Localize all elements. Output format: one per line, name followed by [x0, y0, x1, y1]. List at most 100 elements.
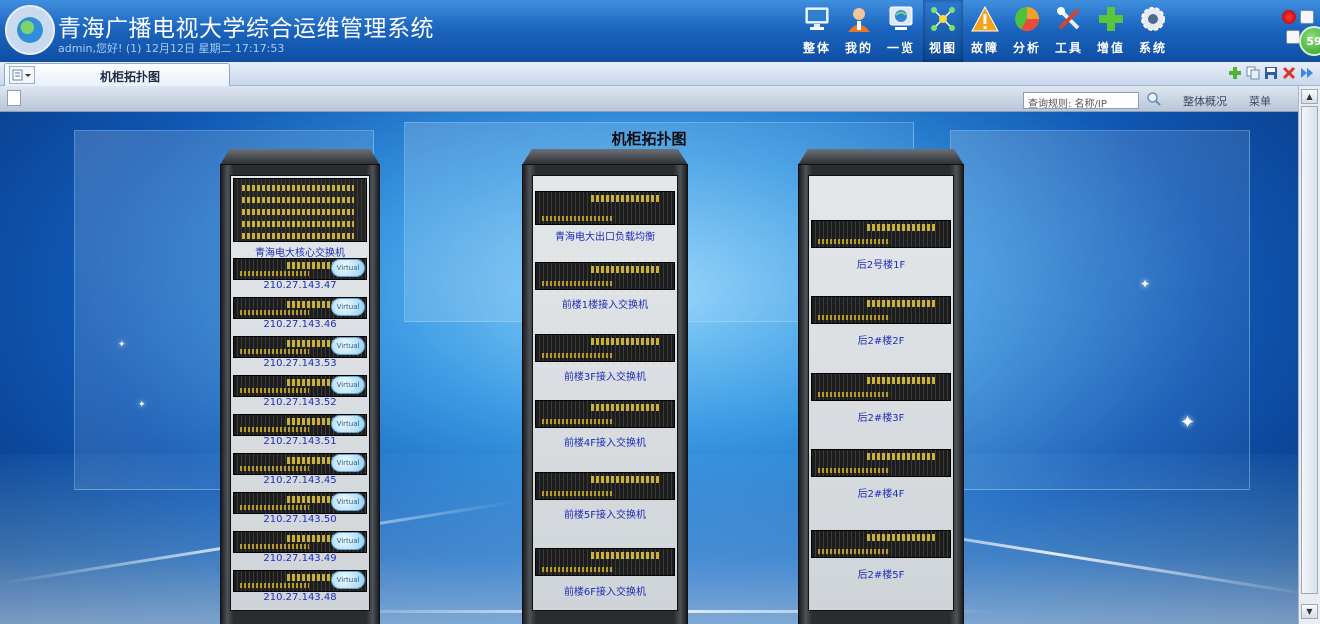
- alarm-bell-icon[interactable]: [1282, 10, 1296, 24]
- nav-item-analysis[interactable]: 分析: [1007, 0, 1047, 62]
- device-label: 210.27.143.50: [263, 514, 337, 525]
- virtual-cloud-icon: Virtual: [331, 337, 365, 355]
- globe-screen-icon: [889, 6, 913, 30]
- alarm-count-badge[interactable]: 59: [1299, 26, 1320, 56]
- app-header: 青海广播电视大学综合运维管理系统 admin,您好! (1) 12月12日 星期…: [0, 0, 1320, 62]
- window-icon[interactable]: [1286, 30, 1300, 44]
- device-label: 前楼5F接入交换机: [563, 510, 647, 521]
- switch-unit[interactable]: [811, 220, 951, 248]
- device-label: 210.27.143.51: [263, 436, 337, 447]
- app-title: 青海广播电视大学综合运维管理系统: [58, 16, 434, 42]
- nav-item-value-added[interactable]: 增值: [1091, 0, 1131, 62]
- user-info: admin,您好! (1) 12月12日 星期二 17:17:53: [58, 42, 285, 55]
- nav-item-overall[interactable]: 整体: [797, 0, 837, 62]
- nav-label: 我的: [844, 41, 873, 55]
- nav-item-mine[interactable]: 我的: [839, 0, 879, 62]
- device-label: 210.27.143.52: [263, 397, 337, 408]
- nav-label: 故障: [970, 41, 999, 55]
- menu-link[interactable]: 菜单: [1249, 93, 1271, 109]
- switch-unit[interactable]: [811, 530, 951, 558]
- switch-unit[interactable]: [811, 449, 951, 477]
- logo-emblem: [17, 17, 43, 43]
- device-label: 210.27.143.46: [263, 319, 337, 330]
- rack-inner: 青海电大出口负载均衡 前楼1楼接入交换机 前楼3F接入交换机 前楼4F接入交换机…: [532, 175, 678, 611]
- save-icon[interactable]: [1264, 66, 1278, 80]
- device-label: 青海电大出口负载均衡: [555, 232, 655, 243]
- device-label: 后2#楼5F: [857, 570, 905, 581]
- device-label: 前楼3F接入交换机: [563, 372, 647, 383]
- port-row: [242, 209, 354, 215]
- virtual-cloud-icon: Virtual: [331, 259, 365, 277]
- logo: [5, 5, 55, 55]
- device-label: 前楼1楼接入交换机: [561, 300, 649, 311]
- device-label: 210.27.143.49: [263, 553, 337, 564]
- port-row: [242, 233, 354, 239]
- search-icon[interactable]: [1146, 91, 1162, 107]
- logout-icon[interactable]: [1300, 10, 1314, 24]
- scroll-thumb[interactable]: [1301, 106, 1318, 594]
- port-row: [242, 185, 354, 191]
- switch-unit[interactable]: [535, 191, 675, 225]
- tab-tools: [1228, 66, 1314, 80]
- virtual-cloud-icon: Virtual: [331, 571, 365, 589]
- nav-item-tools[interactable]: 工具: [1049, 0, 1089, 62]
- nav-item-glance[interactable]: 一览: [881, 0, 921, 62]
- topology-icon: [931, 7, 955, 31]
- rack-top: [798, 149, 964, 165]
- device-label: 210.27.143.48: [263, 592, 337, 603]
- overview-link[interactable]: 整体概况: [1183, 93, 1227, 109]
- close-icon[interactable]: [1282, 66, 1296, 80]
- rack-top: [522, 149, 688, 165]
- tools-icon: [1057, 7, 1080, 30]
- switch-unit[interactable]: [535, 548, 675, 576]
- port-row: [242, 197, 354, 203]
- vertical-scrollbar[interactable]: ▲ ▼: [1298, 86, 1320, 624]
- rack-inner: 后2号楼1F 后2#楼2F 后2#楼3F 后2#楼4F 后2#楼5F: [808, 175, 954, 611]
- monitor-icon: [805, 7, 829, 30]
- add-icon[interactable]: [1228, 66, 1242, 80]
- scroll-down-button[interactable]: ▼: [1301, 604, 1318, 619]
- switch-unit[interactable]: [811, 373, 951, 401]
- copy-icon[interactable]: [1246, 66, 1260, 80]
- port-row: [242, 221, 354, 227]
- nav-item-fault[interactable]: 故障: [965, 0, 1005, 62]
- nav-item-view[interactable]: 视图: [923, 0, 963, 62]
- virtual-cloud-icon: Virtual: [331, 415, 365, 433]
- rack-inner: 青海电大核心交换机 Virtual 210.27.143.47 Virtual …: [230, 175, 370, 611]
- user-icon: [848, 8, 870, 32]
- gear-icon: [1141, 7, 1165, 31]
- sparkle: ✦: [1140, 277, 1151, 291]
- device-label: 210.27.143.53: [263, 358, 337, 369]
- tab-label: 机柜拓扑图: [100, 70, 161, 84]
- virtual-cloud-icon: Virtual: [331, 493, 365, 511]
- topology-canvas: ✦ ✦ ✦ ✦ 机柜拓扑图 青海电大核心交换机 Virtual 210.27.1…: [0, 112, 1298, 624]
- device-label: 前楼4F接入交换机: [563, 438, 647, 449]
- bg-panel: [950, 130, 1250, 490]
- nav-label: 视图: [928, 41, 957, 55]
- main-nav: 整体 我的 一览 视图 故障 分析 工具 增值 系统: [797, 0, 1175, 62]
- search-input[interactable]: 查询规则: 名称/IP: [1023, 92, 1139, 109]
- tab-menu-dropdown[interactable]: [9, 66, 35, 84]
- nav-item-system[interactable]: 系统: [1133, 0, 1173, 62]
- core-switch[interactable]: [233, 178, 367, 242]
- scroll-up-button[interactable]: ▲: [1301, 89, 1318, 104]
- list-dropdown-icon: [12, 69, 31, 81]
- device-label: 后2#楼3F: [857, 413, 905, 424]
- switch-unit[interactable]: [535, 334, 675, 362]
- toolbar-checkbox[interactable]: [7, 90, 21, 106]
- tab-bar: 机柜拓扑图: [0, 62, 1320, 86]
- toolbar: 查询规则: 名称/IP 整体概况 菜单: [0, 86, 1320, 112]
- nav-label: 工具: [1054, 41, 1083, 55]
- forward-icon[interactable]: [1300, 66, 1314, 80]
- switch-unit[interactable]: [811, 296, 951, 324]
- virtual-cloud-icon: Virtual: [331, 298, 365, 316]
- canvas-title: 机柜拓扑图: [611, 130, 687, 148]
- tab-rack-topology[interactable]: 机柜拓扑图: [4, 63, 230, 86]
- switch-unit[interactable]: [535, 400, 675, 428]
- virtual-cloud-icon: Virtual: [331, 454, 365, 472]
- pie-chart-icon: [1015, 7, 1039, 32]
- rack-top: [220, 149, 380, 165]
- switch-unit[interactable]: [535, 472, 675, 500]
- switch-unit[interactable]: [535, 262, 675, 290]
- device-label: 210.27.143.45: [263, 475, 337, 486]
